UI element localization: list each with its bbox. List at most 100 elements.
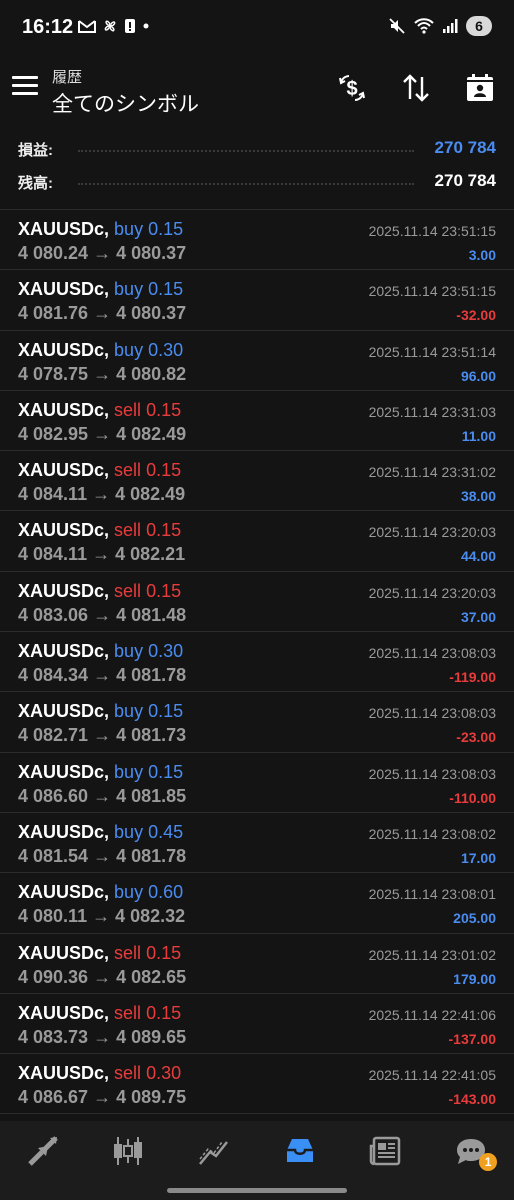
- arrow-right-icon: →: [92, 484, 111, 505]
- open-price: 4 081.54: [18, 845, 89, 866]
- trade-title: XAUUSDc, buy 0.15: [18, 219, 183, 240]
- app-header: 履歴 全てのシンボル $: [0, 58, 514, 130]
- deposit-filter-button[interactable]: $: [334, 70, 370, 106]
- nav-history[interactable]: [272, 1131, 328, 1171]
- trade-side: sell: [114, 1002, 142, 1023]
- nav-news[interactable]: [357, 1131, 413, 1171]
- trade-history-list[interactable]: XAUUSDc, buy 0.15 4 080.24 → 4 080.37 2025…: [0, 209, 514, 1122]
- trade-profit: -119.00: [449, 669, 496, 686]
- sort-button[interactable]: [398, 70, 434, 106]
- balance-value: 270 784: [434, 171, 496, 190]
- trade-time: 2025.11.14 23:31:03: [368, 403, 496, 420]
- trade-prices: 4 084.34 → 4 081.78: [18, 665, 186, 686]
- trade-volume: 0.15: [148, 761, 184, 782]
- trade-symbol: XAUUSDc,: [18, 821, 110, 842]
- trade-row[interactable]: XAUUSDc, sell 0.15 4 082.95 → 4 082.49 202…: [0, 391, 514, 452]
- trade-row[interactable]: XAUUSDc, buy 0.60 4 080.11 → 4 082.32 2025…: [0, 873, 514, 934]
- calendar-button[interactable]: [462, 70, 498, 106]
- close-price: 4 089.65: [116, 1026, 187, 1047]
- candlestick-icon: [114, 1137, 143, 1165]
- trade-row[interactable]: XAUUSDc, sell 0.15 4 083.06 → 4 081.48 202…: [0, 572, 514, 633]
- trade-profit: 205.00: [453, 910, 496, 927]
- open-price: 4 082.95: [18, 423, 89, 444]
- trade-symbol: XAUUSDc,: [18, 942, 110, 963]
- trade-row[interactable]: XAUUSDc, buy 0.30 4 078.75 → 4 080.82 2025…: [0, 331, 514, 391]
- notification-badge: 1: [479, 1153, 498, 1171]
- trade-symbol: XAUUSDc,: [18, 219, 110, 239]
- close-price: 4 082.65: [116, 966, 187, 987]
- close-price: 4 082.32: [115, 906, 186, 927]
- open-price: 4 086.60: [18, 785, 89, 806]
- trade-row[interactable]: XAUUSDc, buy 0.45 4 081.54 → 4 081.78 2025…: [0, 813, 514, 874]
- page-title[interactable]: 全てのシンボル: [52, 88, 199, 118]
- trade-profit: 3.00: [468, 247, 496, 263]
- nav-chart[interactable]: [186, 1131, 242, 1171]
- svg-text:$: $: [346, 78, 357, 100]
- open-price: 4 078.75: [18, 363, 89, 384]
- dollar-exchange-icon: $: [339, 75, 365, 101]
- nav-quotes[interactable]: [100, 1131, 156, 1171]
- trade-row[interactable]: XAUUSDc, sell 0.15 4 083.73 → 4 089.65 202…: [0, 994, 514, 1055]
- arrow-right-icon: →: [93, 725, 112, 746]
- open-price: 4 086.67: [18, 1087, 89, 1108]
- wifi-icon: [414, 18, 434, 34]
- trade-profit: 11.00: [461, 427, 496, 444]
- arrow-right-icon: →: [93, 1026, 112, 1047]
- trade-row[interactable]: XAUUSDc, buy 0.15 4 081.76 → 4 080.37 2025…: [0, 270, 514, 331]
- arrow-right-icon: →: [93, 785, 112, 806]
- trade-time: 2025.11.14 23:08:02: [368, 825, 496, 842]
- trade-symbol: XAUUSDc,: [18, 1063, 110, 1084]
- bottom-navigation: 1: [0, 1121, 514, 1200]
- trade-prices: 4 084.11 → 4 082.21: [18, 544, 185, 565]
- hamburger-icon: [12, 76, 38, 79]
- trade-side: sell: [114, 520, 142, 541]
- open-price: 4 090.36: [18, 966, 89, 987]
- divider: [78, 183, 414, 185]
- trade-volume: 0.15: [146, 460, 182, 481]
- trade-row[interactable]: XAUUSDc, buy 0.15 4 086.60 → 4 081.85 2025…: [0, 753, 514, 813]
- menu-button[interactable]: [12, 76, 38, 98]
- trade-row[interactable]: XAUUSDc, buy 0.15 4 082.71 → 4 081.73 2025…: [0, 692, 514, 753]
- trade-prices: 4 080.11 → 4 082.32: [18, 906, 185, 927]
- trade-volume: 0.30: [146, 1063, 182, 1084]
- status-system-icons: 6: [388, 16, 492, 36]
- trade-row[interactable]: XAUUSDc, sell 0.15 4 084.11 → 4 082.21 202…: [0, 511, 514, 572]
- fan-icon: [104, 20, 116, 32]
- arrow-right-icon: →: [93, 966, 112, 987]
- trade-time: 2025.11.14 23:08:01: [368, 886, 496, 903]
- close-price: 4 082.49: [116, 423, 187, 444]
- alert-icon: [125, 19, 135, 33]
- profit-label: 損益:: [18, 142, 53, 159]
- trade-row[interactable]: XAUUSDc, buy 0.15 4 080.24 → 4 080.37 2025…: [0, 210, 514, 271]
- trade-symbol: XAUUSDc,: [18, 641, 110, 662]
- trade-row[interactable]: XAUUSDc, sell 0.30 4 086.67 → 4 089.75 202…: [0, 1054, 514, 1115]
- trade-volume: 0.15: [146, 520, 182, 541]
- trade-row[interactable]: XAUUSDc, sell 0.15 4 090.36 → 4 082.65 202…: [0, 934, 514, 994]
- trade-row[interactable]: XAUUSDc, sell 0.15 4 084.11 → 4 082.49 202…: [0, 451, 514, 512]
- trade-profit: 37.00: [460, 608, 496, 625]
- trade-title: XAUUSDc, sell 0.15: [18, 943, 181, 964]
- trade-time: 2025.11.14 23:51:15: [368, 223, 496, 239]
- trade-prices: 4 083.73 → 4 089.65: [18, 1027, 186, 1048]
- trade-symbol: XAUUSDc,: [18, 520, 110, 541]
- trade-title: XAUUSDc, buy 0.30: [18, 340, 183, 361]
- open-price: 4 082.71: [18, 725, 89, 746]
- trade-row[interactable]: XAUUSDc, buy 0.30 4 084.34 → 4 081.78 2025…: [0, 632, 514, 693]
- trade-symbol: XAUUSDc,: [18, 701, 110, 722]
- trade-prices: 4 084.11 → 4 082.49: [18, 484, 185, 505]
- open-price: 4 081.76: [18, 303, 89, 324]
- trade-prices: 4 086.67 → 4 089.75: [18, 1087, 186, 1108]
- trade-time: 2025.11.14 23:20:03: [368, 524, 496, 541]
- nav-chat[interactable]: 1: [443, 1131, 499, 1171]
- trade-volume: 0.30: [148, 641, 184, 662]
- home-indicator[interactable]: [167, 1188, 347, 1193]
- trade-volume: 0.30: [148, 339, 184, 360]
- trade-prices: 4 090.36 → 4 082.65: [18, 967, 186, 988]
- open-price: 4 084.34: [18, 665, 89, 686]
- history-inbox-icon: [286, 1139, 313, 1162]
- summary-panel: 損益: 270 784 残高: 270 784: [0, 134, 514, 202]
- nav-trade[interactable]: [15, 1131, 71, 1171]
- calendar-user-icon: [467, 74, 493, 101]
- close-price: 4 089.75: [116, 1087, 187, 1108]
- trade-time: 2025.11.14 23:01:02: [368, 946, 496, 963]
